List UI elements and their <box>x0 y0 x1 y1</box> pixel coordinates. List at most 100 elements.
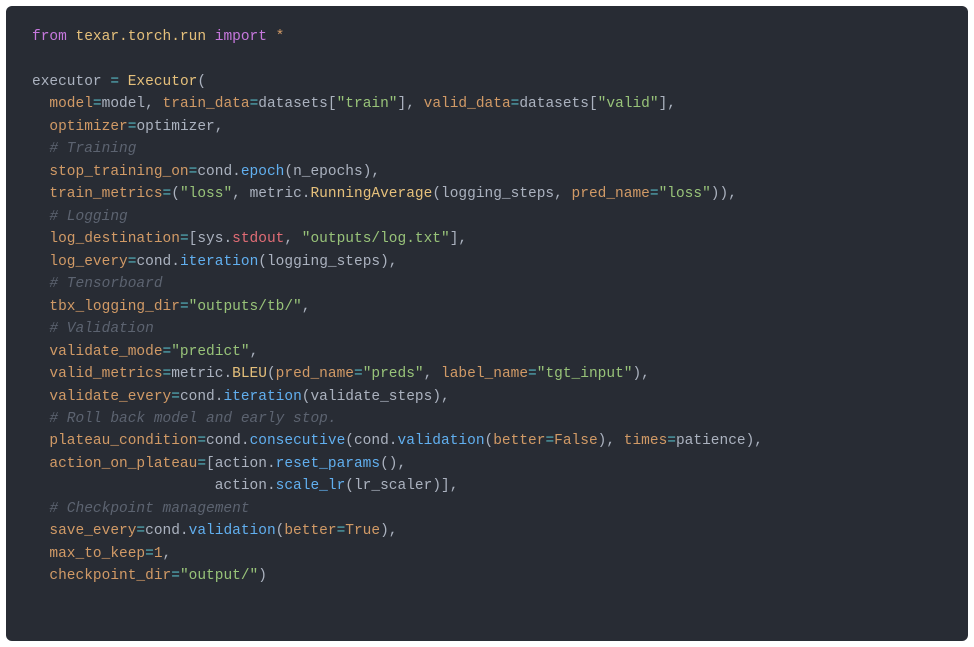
indent <box>32 231 49 247</box>
indent <box>32 411 49 427</box>
code-line: validate_mode="predict", <box>32 344 258 360</box>
arg: lr_scaler <box>354 478 432 494</box>
paren-close: )), <box>711 186 737 202</box>
function-call: validation <box>189 523 276 539</box>
operator-eq: = <box>163 186 172 202</box>
kwarg: better <box>493 433 545 449</box>
kwarg: train_data <box>163 96 250 112</box>
comment: # Tensorboard <box>49 276 162 292</box>
arg: logging_steps <box>267 254 380 270</box>
code-line: tbx_logging_dir="outputs/tb/", <box>32 299 310 315</box>
value: optimizer, <box>136 119 223 135</box>
paren-close: ), <box>746 433 763 449</box>
kwarg: optimizer <box>49 119 127 135</box>
indent <box>32 254 49 270</box>
indent <box>32 276 49 292</box>
comment: # Checkpoint management <box>49 501 249 517</box>
paren-open: ( <box>485 433 494 449</box>
paren-close: ), <box>363 164 380 180</box>
module-path: texar.torch.run <box>76 29 207 45</box>
function-call: reset_params <box>276 456 380 472</box>
object: action. <box>215 456 276 472</box>
indent <box>32 568 49 584</box>
kwarg: log_every <box>49 254 127 270</box>
indent <box>32 456 49 472</box>
operator-eq: = <box>337 523 346 539</box>
paren-close: ), <box>598 433 624 449</box>
code-line: checkpoint_dir="output/") <box>32 568 267 584</box>
boolean: True <box>345 523 380 539</box>
code-line: stop_training_on=cond.epoch(n_epochs), <box>32 164 380 180</box>
boolean: False <box>554 433 598 449</box>
code-line: # Roll back model and early stop. <box>32 411 337 427</box>
code-block: from texar.torch.run import * executor =… <box>6 6 968 641</box>
string: "outputs/tb/" <box>189 299 302 315</box>
value: datasets[ <box>258 96 336 112</box>
arg: logging_steps, <box>441 186 572 202</box>
comma: , <box>250 344 259 360</box>
indent <box>32 546 49 562</box>
bracket-close: ], <box>450 231 467 247</box>
operator-eq: = <box>650 186 659 202</box>
indent <box>32 523 49 539</box>
star-glob: * <box>276 29 285 45</box>
kwarg: better <box>284 523 336 539</box>
operator-eq: = <box>163 344 172 360</box>
operator-eq: = <box>197 433 206 449</box>
operator-eq: = <box>667 433 676 449</box>
comma: , <box>302 299 311 315</box>
kwarg: pred_name <box>276 366 354 382</box>
string: "outputs/log.txt" <box>302 231 450 247</box>
object: cond. <box>145 523 189 539</box>
kwarg: valid_metrics <box>49 366 162 382</box>
class-name: RunningAverage <box>310 186 432 202</box>
code-line: # Validation <box>32 321 154 337</box>
operator-eq: = <box>180 299 189 315</box>
function-call: epoch <box>241 164 285 180</box>
indent <box>32 478 215 494</box>
kwarg: validate_every <box>49 389 171 405</box>
indent <box>32 344 49 360</box>
kwarg: times <box>624 433 668 449</box>
code-line: # Tensorboard <box>32 276 163 292</box>
identifier: executor <box>32 74 110 90</box>
object: metric. <box>250 186 311 202</box>
indent <box>32 321 49 337</box>
operator-eq: = <box>354 366 363 382</box>
string: "output/" <box>180 568 258 584</box>
code-line: model=model, train_data=datasets["train"… <box>32 96 676 112</box>
class-name: Executor <box>128 74 198 90</box>
kwarg: tbx_logging_dir <box>49 299 180 315</box>
code-line: max_to_keep=1, <box>32 546 171 562</box>
paren-close: )], <box>432 478 458 494</box>
indent <box>32 433 49 449</box>
code-line: action_on_plateau=[action.reset_params()… <box>32 456 406 472</box>
arg: n_epochs <box>293 164 363 180</box>
comment: # Training <box>49 141 136 157</box>
kwarg: max_to_keep <box>49 546 145 562</box>
string: "predict" <box>171 344 249 360</box>
value: model, <box>102 96 163 112</box>
object: action. <box>215 478 276 494</box>
indent <box>32 366 49 382</box>
string: "valid" <box>598 96 659 112</box>
comma: , <box>424 366 441 382</box>
kwarg: plateau_condition <box>49 433 197 449</box>
kwarg: stop_training_on <box>49 164 188 180</box>
code-line: log_destination=[sys.stdout, "outputs/lo… <box>32 231 467 247</box>
object: cond. <box>197 164 241 180</box>
string: "train" <box>337 96 398 112</box>
code-line: log_every=cond.iteration(logging_steps), <box>32 254 398 270</box>
indent <box>32 501 49 517</box>
operator-eq: = <box>180 231 189 247</box>
string: "tgt_input" <box>537 366 633 382</box>
operator-eq: = <box>171 568 180 584</box>
object: cond. <box>354 433 398 449</box>
comma: , <box>232 186 249 202</box>
class-name: BLEU <box>232 366 267 382</box>
object: sys. <box>197 231 232 247</box>
indent <box>32 209 49 225</box>
string: "preds" <box>363 366 424 382</box>
code-line: # Training <box>32 141 136 157</box>
paren-open: ( <box>267 366 276 382</box>
